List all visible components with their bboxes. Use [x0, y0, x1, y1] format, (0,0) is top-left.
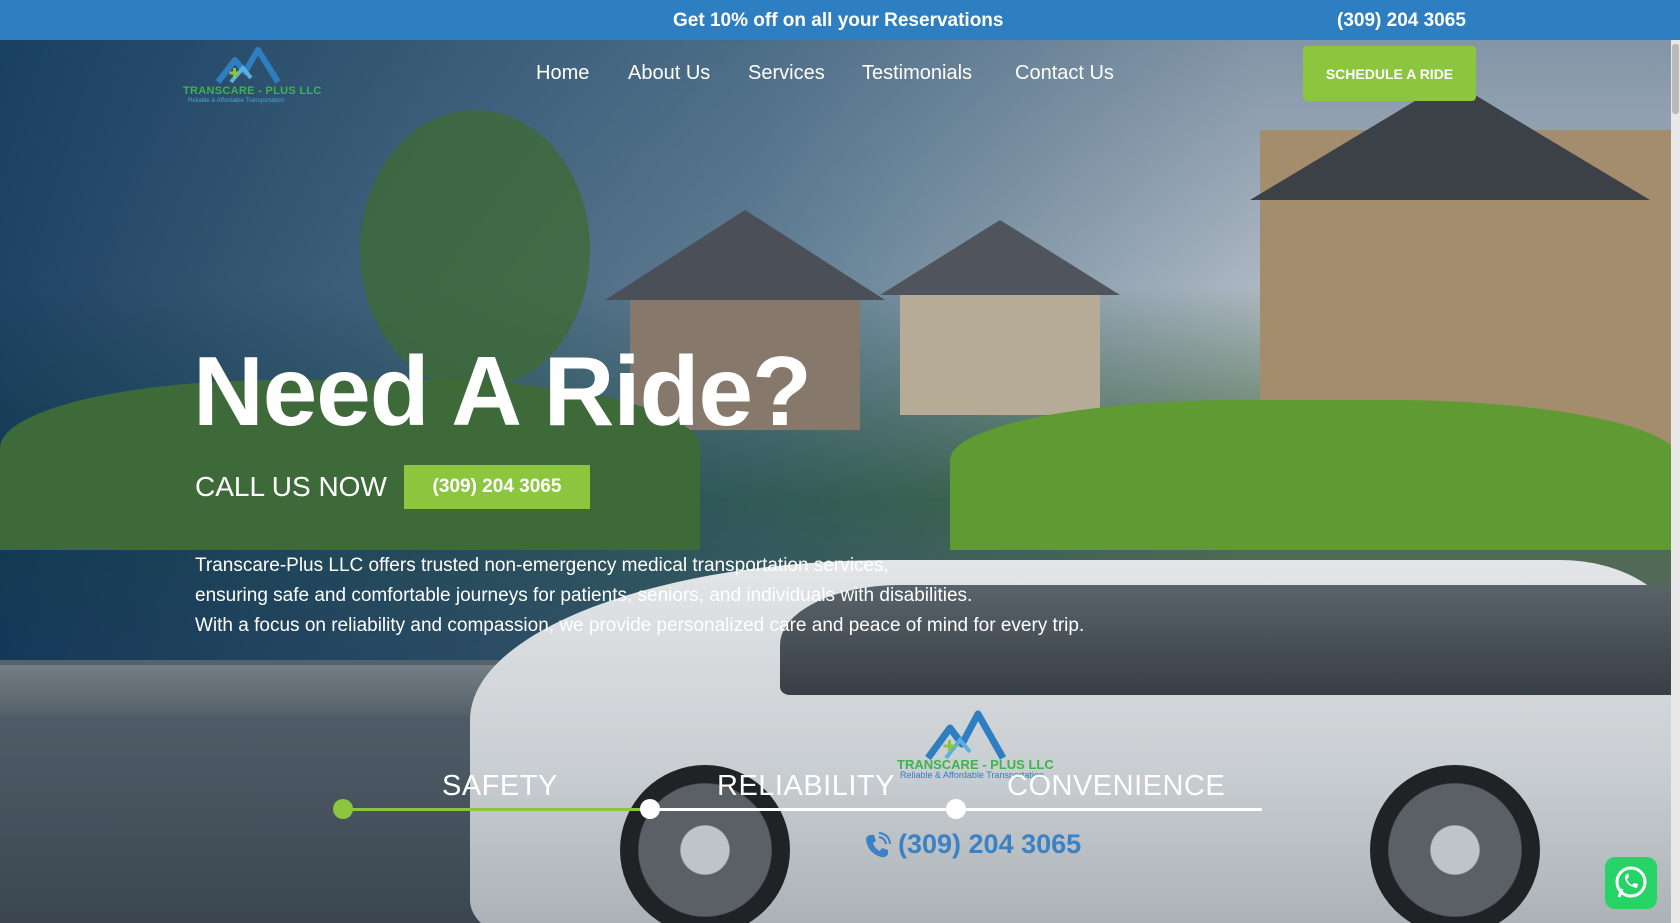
- promo-text: Get 10% off on all your Reservations: [673, 10, 1004, 31]
- house-roof: [880, 220, 1120, 295]
- van-phone-number: (309) 204 3065: [898, 829, 1082, 859]
- phone-icon: [866, 832, 891, 858]
- timeline-label-safety[interactable]: SAFETY: [442, 770, 558, 803]
- nav-home[interactable]: Home: [536, 62, 589, 85]
- hero-phone-button[interactable]: (309) 204 3065: [404, 465, 590, 509]
- whatsapp-icon: [1615, 866, 1647, 898]
- nav-contact-us[interactable]: Contact Us: [1015, 62, 1114, 85]
- timeline-dot-safety[interactable]: [333, 799, 353, 819]
- timeline-label-reliability[interactable]: RELIABILITY: [717, 770, 895, 803]
- top-phone-link[interactable]: (309) 204 3065: [1337, 10, 1466, 32]
- timeline-progress: [343, 808, 650, 811]
- van-rear-wheel: [1370, 765, 1540, 923]
- nav-about-us[interactable]: About Us: [628, 62, 710, 85]
- hero-description: Transcare-Plus LLC offers trusted non-em…: [195, 551, 1084, 641]
- whatsapp-button[interactable]: [1605, 857, 1657, 909]
- description-line: Transcare-Plus LLC offers trusted non-em…: [195, 555, 889, 576]
- schedule-ride-button[interactable]: SCHEDULE A RIDE: [1303, 46, 1476, 101]
- promo-bar: Get 10% off on all your Reservations (30…: [0, 0, 1680, 40]
- scrollbar-thumb[interactable]: [1672, 44, 1679, 114]
- logo-tagline: Reliable & Affordable Transportation: [188, 98, 284, 104]
- hero-headline: Need A Ride?: [193, 336, 812, 446]
- timeline-dot-reliability[interactable]: [640, 799, 660, 819]
- nav-testimonials[interactable]: Testimonials: [862, 62, 972, 85]
- house-background: [900, 290, 1100, 415]
- house-roof: [605, 210, 885, 300]
- logo-name: TRANSCARE - PLUS LLC: [183, 85, 322, 97]
- lawn: [950, 400, 1680, 550]
- timeline-label-convenience[interactable]: CONVENIENCE: [1007, 770, 1225, 803]
- timeline-dot-convenience[interactable]: [946, 799, 966, 819]
- description-line: With a focus on reliability and compassi…: [195, 615, 1085, 636]
- nav-services[interactable]: Services: [748, 62, 825, 85]
- description-line: ensuring safe and comfortable journeys f…: [195, 585, 973, 606]
- scrollbar-track[interactable]: [1671, 40, 1680, 923]
- call-us-now-label: CALL US NOW: [195, 471, 387, 502]
